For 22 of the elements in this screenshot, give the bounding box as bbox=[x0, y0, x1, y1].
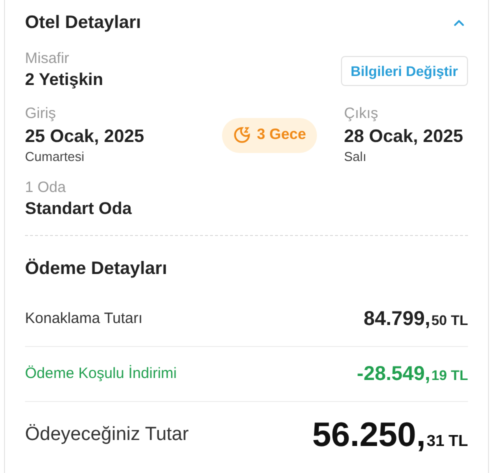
chevron-up-icon[interactable] bbox=[454, 20, 464, 26]
section-title: Ödeme Detayları bbox=[25, 257, 168, 280]
moon-icon bbox=[232, 126, 251, 144]
section-title: Otel Detayları bbox=[25, 11, 142, 34]
payment-label: Konaklama Tutarı bbox=[25, 308, 143, 329]
field-label: 1 Oda bbox=[25, 179, 67, 197]
payment-amount: 56.250,31 TL bbox=[312, 415, 468, 456]
day-label: Salı bbox=[344, 149, 368, 165]
payment-amount: 84.799,50 TL bbox=[364, 307, 468, 332]
field-label: Çıkış bbox=[344, 105, 380, 123]
field-value: 2 Yetişkin bbox=[25, 69, 104, 91]
change-info-button[interactable]: Bilgileri Değiştir bbox=[340, 56, 468, 86]
field-value: Standart Oda bbox=[25, 198, 133, 220]
field-label: Misafir bbox=[25, 50, 70, 68]
payment-amount: -28.549,19 TL bbox=[356, 362, 468, 387]
payment-label: Ödeme Koşulu İndirimi bbox=[25, 364, 177, 384]
date-value: 25 Ocak, 2025 bbox=[25, 125, 146, 148]
date-value: 28 Ocak, 2025 bbox=[344, 125, 464, 148]
day-label: Cumartesi bbox=[25, 149, 86, 165]
payment-label: Ödeyeceğiniz Tutar bbox=[25, 423, 189, 448]
nights-text: 3 Gece bbox=[256, 124, 306, 145]
field-label: Giriş bbox=[25, 105, 57, 123]
